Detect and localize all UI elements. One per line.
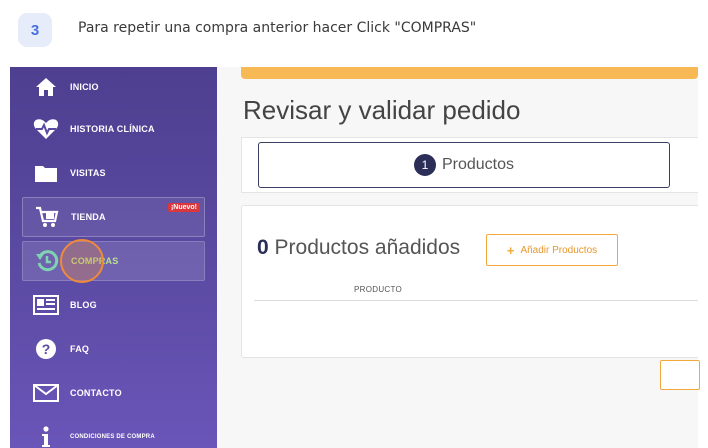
divider <box>254 300 698 301</box>
svg-text:?: ? <box>42 341 51 357</box>
folder-icon <box>32 159 60 187</box>
home-icon <box>32 73 60 101</box>
add-products-button[interactable]: + Añadir Productos <box>486 234 618 266</box>
new-badge: ¡Nuevo! <box>167 203 200 212</box>
sidebar-item-contacto[interactable]: CONTACTO <box>10 373 217 413</box>
click-indicator <box>60 239 104 283</box>
sidebar-item-label: TIENDA <box>71 212 106 222</box>
heartbeat-icon <box>32 115 60 143</box>
sidebar-item-label: CONDICIONES DE COMPRA <box>70 434 155 440</box>
sidebar-item-compras[interactable]: COMPRAS <box>22 241 205 281</box>
sidebar-item-faq[interactable]: ? FAQ <box>10 329 217 369</box>
cart-icon <box>33 203 61 231</box>
sidebar-item-historia-clinica[interactable]: HISTORIA CLÍNICA <box>10 109 217 149</box>
newspaper-icon <box>32 291 60 319</box>
sidebar-item-label: INICIO <box>70 82 99 92</box>
sidebar-item-label: HISTORIA CLÍNICA <box>70 124 155 134</box>
main-content: Revisar y validar pedido 1 Productos 0 P… <box>217 67 698 448</box>
question-icon: ? <box>32 335 60 363</box>
sidebar-item-tienda[interactable]: TIENDA ¡Nuevo! <box>22 197 205 237</box>
step-number-badge: 3 <box>18 13 52 47</box>
products-heading: 0 Productos añadidos <box>257 236 460 260</box>
tab-label: Productos <box>441 156 515 173</box>
products-card: 0 Productos añadidos + Añadir Productos … <box>241 205 698 358</box>
top-accent-bar <box>241 67 698 79</box>
sidebar: INICIO HISTORIA CLÍNICA VISITAS TIENDA ¡… <box>10 67 217 448</box>
sidebar-item-blog[interactable]: BLOG <box>10 285 217 325</box>
info-icon <box>32 423 60 448</box>
sidebar-item-label: CONTACTO <box>70 388 122 398</box>
plus-icon: + <box>506 242 515 258</box>
page-title: Revisar y validar pedido <box>243 95 521 125</box>
sidebar-item-label: BLOG <box>70 300 97 310</box>
app-screenshot: INICIO HISTORIA CLÍNICA VISITAS TIENDA ¡… <box>10 67 698 448</box>
sidebar-item-condiciones[interactable]: CONDICIONES DE COMPRA <box>10 417 217 448</box>
envelope-icon <box>32 379 60 407</box>
products-heading-text: Productos añadidos <box>268 236 461 259</box>
sidebar-item-inicio[interactable]: INICIO <box>10 67 217 107</box>
products-count: 0 <box>257 236 269 259</box>
step-instruction: Para repetir una compra anterior hacer C… <box>78 20 477 36</box>
tab-productos[interactable]: 1 Productos <box>258 142 670 188</box>
history-icon <box>33 247 61 275</box>
partial-button[interactable] <box>660 360 700 390</box>
tab-step-number: 1 <box>413 154 436 176</box>
sidebar-item-label: VISITAS <box>70 168 106 178</box>
sidebar-item-label: FAQ <box>70 344 90 354</box>
sidebar-item-visitas[interactable]: VISITAS <box>10 153 217 193</box>
add-products-label: Añadir Productos <box>520 244 598 256</box>
column-header-producto: PRODUCTO <box>354 285 403 294</box>
